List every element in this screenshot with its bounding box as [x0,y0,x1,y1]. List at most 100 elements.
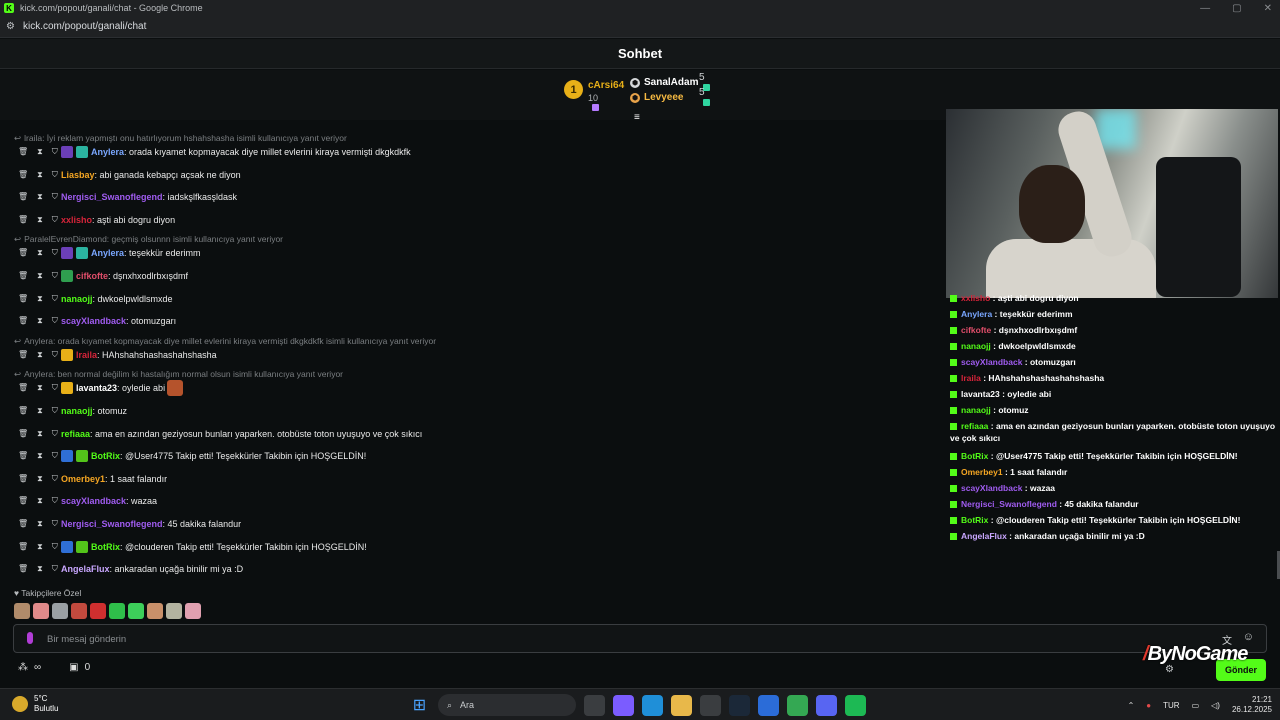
chat-username[interactable]: Nergisci_Swanoflegend [61,192,163,202]
chat-message[interactable]: 🗑 ⧗ ⛉ lavanta23: oyledie abi [18,380,185,397]
ban-icon[interactable]: ⛉ [52,271,58,281]
delete-icon[interactable]: 🗑 [18,496,28,506]
ban-icon[interactable]: ⛉ [52,406,58,416]
chat-message[interactable]: 🗑 ⧗ ⛉ AngelaFlux: ankaradan uçağa binilir m… [18,561,243,577]
delete-icon[interactable]: 🗑 [18,170,28,180]
chat-message[interactable]: 🗑 ⧗ ⛉ cifkofte: dşnxhxodlrbxışdmf [18,268,188,284]
leaderboard-row[interactable]: ⬢ SanalAdam 5 [630,72,710,91]
delete-icon[interactable]: 🗑 [18,316,28,326]
chat-message[interactable]: 🗑 ⧗ ⛉ Liasbay: abi ganada kebapçı açsak ne … [18,167,241,183]
chat-message[interactable]: 🗑 ⧗ ⛉ nanaojj: dwkoelpwldlsmxde [18,291,173,307]
ban-icon[interactable]: ⛉ [52,451,58,461]
chat-message[interactable]: 🗑 ⧗ ⛉ xxlisho: aşti abi dogru diyon [18,212,175,228]
follower-emote-icon[interactable] [147,603,163,619]
channel-points-icon[interactable]: ⁂ [18,662,28,673]
timeout-icon[interactable]: ⧗ [37,271,43,281]
ban-icon[interactable]: ⛉ [52,474,58,484]
ban-icon[interactable]: ⛉ [52,192,58,202]
chat-message-input[interactable] [47,629,1197,649]
delete-icon[interactable]: 🗑 [18,192,28,202]
microphone-tray-icon[interactable]: ● [1146,701,1151,710]
taskbar-search[interactable]: ⌕ Ara [438,694,576,716]
delete-icon[interactable]: 🗑 [18,474,28,484]
timeout-icon[interactable]: ⧗ [37,350,43,360]
chat-message[interactable]: 🗑 ⧗ ⛉ scayXlandback: wazaa [18,493,157,509]
leaderboard-row[interactable]: ⬢ Levyeee 5 [630,87,710,106]
spotify-icon[interactable] [845,694,866,716]
maximize-button[interactable]: ▢ [1232,3,1241,14]
delete-icon[interactable]: 🗑 [18,542,28,552]
site-info-icon[interactable]: ⚙ [6,21,15,32]
delete-icon[interactable]: 🗑 [18,451,28,461]
timeout-icon[interactable]: ⧗ [37,429,43,439]
steam-icon[interactable] [729,694,750,716]
clock[interactable]: 21:21 26.12.2025 [1232,695,1272,715]
chat-username[interactable]: Anylera [91,248,124,258]
chat-message[interactable]: 🗑 ⧗ ⛉ nanaojj: otomuz [18,403,127,419]
ban-icon[interactable]: ⛉ [52,248,58,258]
chat-username[interactable]: lavanta23 [76,383,117,393]
ban-icon[interactable]: ⛉ [52,147,58,157]
follower-emote-icon[interactable] [166,603,182,619]
chat-message[interactable]: 🗑 ⧗ ⛉ scayXlandback: otomuzgarı [18,313,176,329]
delete-icon[interactable]: 🗑 [18,215,28,225]
chat-username[interactable]: nanaojj [61,294,93,304]
leaderboard-first[interactable]: 1 cArsi64 10 [564,80,624,111]
address-bar[interactable]: ⚙ kick.com/popout/ganali/chat [0,16,1280,38]
chat-message[interactable]: 🗑 ⧗ ⛉ BotRix: @clouderen Takip etti! Teşekk… [18,539,367,555]
language-indicator[interactable]: TUR [1163,701,1179,710]
timeout-icon[interactable]: ⧗ [37,542,43,552]
timeout-icon[interactable]: ⧗ [37,474,43,484]
mail-icon[interactable] [758,694,779,716]
chat-username[interactable]: nanaojj [61,406,93,416]
ban-icon[interactable]: ⛉ [52,215,58,225]
chat-username[interactable]: AngelaFlux [61,564,110,574]
reply-context[interactable]: ↩ ParalelEvrenDiamond: geçmiş olsunnn isi… [14,234,283,245]
timeout-icon[interactable]: ⧗ [37,316,43,326]
follower-emote-icon[interactable] [109,603,125,619]
timeout-icon[interactable]: ⧗ [37,406,43,416]
ban-icon[interactable]: ⛉ [52,383,58,393]
chat-message[interactable]: 🗑 ⧗ ⛉ Anylera: orada kıyamet kopmayacak diy… [18,144,411,160]
delete-icon[interactable]: 🗑 [18,429,28,439]
follower-emote-icon[interactable] [33,603,49,619]
chat-username[interactable]: BotRix [91,542,120,552]
gift-box-icon[interactable]: ▣ [69,662,78,673]
chat-username[interactable]: Omerbey1 [61,474,105,484]
chat-username[interactable]: Liasbay [61,170,95,180]
follower-emote-icon[interactable] [185,603,201,619]
delete-icon[interactable]: 🗑 [18,383,28,393]
chat-input-box[interactable]: 文 ☺ [13,624,1267,653]
chat-username[interactable]: cifkofte [76,271,108,281]
chat-message[interactable]: 🗑 ⧗ ⛉ Nergisci_Swanoflegend: iadskşlfkasşld… [18,189,237,205]
ban-icon[interactable]: ⛉ [52,542,58,552]
chat-message[interactable]: 🗑 ⧗ ⛉ Omerbey1: 1 saat falandır [18,471,167,487]
delete-icon[interactable]: 🗑 [18,519,28,529]
timeout-icon[interactable]: ⧗ [37,564,43,574]
task-view-icon[interactable] [584,694,605,716]
chat-username[interactable]: BotRix [91,451,120,461]
chat-message[interactable]: 🗑 ⧗ ⛉ refiaaa: ama en azından geziyosun bun… [18,426,422,442]
copilot-icon[interactable] [613,694,634,716]
ban-icon[interactable]: ⛉ [52,496,58,506]
timeout-icon[interactable]: ⧗ [37,519,43,529]
chat-message[interactable]: 🗑 ⧗ ⛉ BotRix: @User4775 Takip etti! Teşekkü… [18,448,366,464]
timeout-icon[interactable]: ⧗ [37,294,43,304]
timeout-icon[interactable]: ⧗ [37,170,43,180]
chrome-icon[interactable] [787,694,808,716]
volume-icon[interactable]: ◁) [1211,701,1220,710]
reply-context[interactable]: ↩ lraila: İyi reklam yapmıştı onu hatırlı… [14,133,347,144]
delete-icon[interactable]: 🗑 [18,350,28,360]
timeout-icon[interactable]: ⧗ [37,383,43,393]
follower-emote-icon[interactable] [71,603,87,619]
follower-emote-icon[interactable] [90,603,106,619]
start-icon[interactable]: ⊞ [409,695,430,716]
chevron-up-icon[interactable]: ⌃ [1128,701,1135,710]
store-icon[interactable] [700,694,721,716]
chat-message[interactable]: 🗑 ⧗ ⛉ Anylera: teşekkür ederimm [18,245,201,261]
delete-icon[interactable]: 🗑 [18,248,28,258]
chat-username[interactable]: refiaaa [61,429,90,439]
chat-username[interactable]: xxlisho [61,215,92,225]
weather-widget[interactable]: 5°C Bulutlu [12,694,58,714]
delete-icon[interactable]: 🗑 [18,294,28,304]
